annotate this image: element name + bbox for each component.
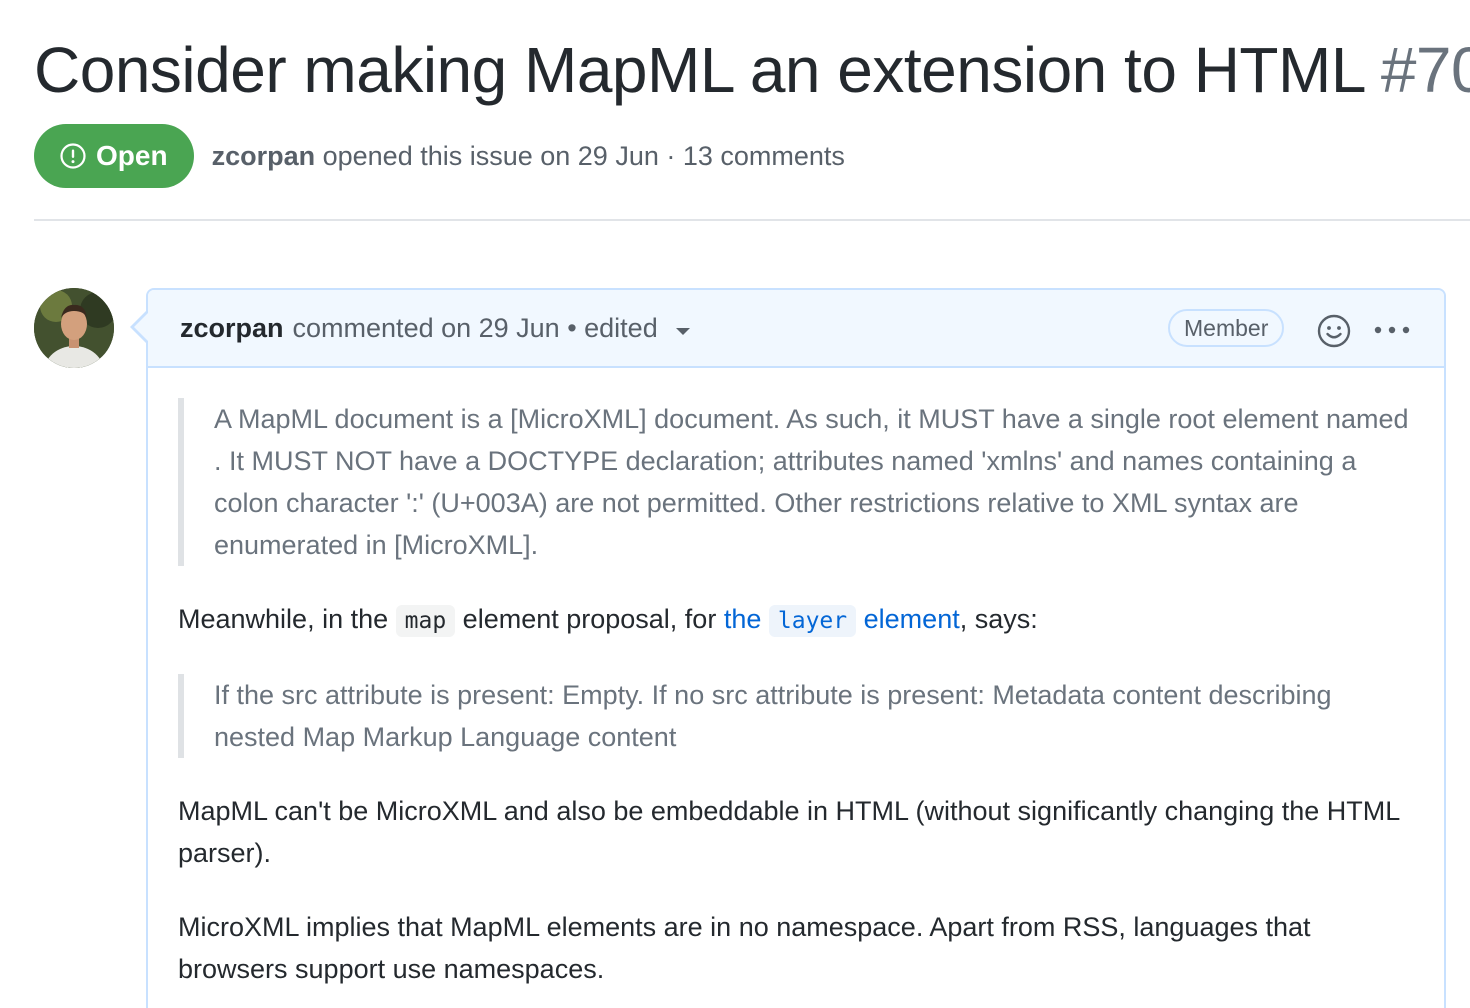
comment-author-link[interactable]: zcorpan [180, 313, 284, 344]
comment-header: zcorpan commented on 29 Jun • edited Mem… [148, 290, 1444, 368]
comment-box: zcorpan commented on 29 Jun • edited Mem… [146, 288, 1446, 1008]
smiley-icon[interactable] [1316, 313, 1352, 349]
member-badge: Member [1168, 309, 1285, 347]
paragraph-meanwhile: Meanwhile, in the map element proposal, … [178, 598, 1418, 642]
triangle-down-icon[interactable] [675, 327, 690, 335]
issue-author-link[interactable]: zcorpan [212, 141, 316, 171]
text-before: Meanwhile, in the [178, 604, 396, 634]
issue-opened-icon [60, 143, 86, 169]
issue-title-text: Consider making MapML an extension to HT… [34, 34, 1364, 106]
layer-element-link[interactable]: the layer element [723, 604, 960, 637]
issue-meta-text: zcorpan opened this issue on 29 Jun · 13… [212, 141, 845, 172]
kebab-horizontal-icon[interactable] [1372, 314, 1412, 346]
blockquote-mapml-spec: A MapML document is a [MicroXML] documen… [178, 398, 1418, 566]
state-badge: Open [34, 124, 194, 188]
comment-arrow-fill [134, 313, 148, 341]
comment-body: A MapML document is a [MicroXML] documen… [178, 398, 1418, 990]
paragraph-microxml-embed: MapML can't be MicroXML and also be embe… [178, 796, 1400, 868]
issue-meta: Open zcorpan opened this issue on 29 Jun… [34, 124, 845, 188]
paragraph-namespaces: MicroXML implies that MapML elements are… [178, 912, 1311, 984]
issue-page: Consider making MapML an extension to HT… [0, 0, 1470, 1008]
text-middle: element proposal, for [455, 604, 724, 634]
issue-number: #70 [1380, 34, 1470, 106]
code-map: map [395, 605, 456, 637]
comment-meta[interactable]: commented on 29 Jun • edited [293, 313, 658, 344]
link-element: element [863, 604, 960, 634]
header-divider [34, 219, 1470, 221]
link-the: the [723, 604, 762, 634]
issue-title: Consider making MapML an extension to HT… [34, 30, 1470, 110]
text-after: , says: [959, 604, 1038, 634]
code-layer: layer [768, 605, 857, 637]
issue-opened-text: opened this issue on 29 Jun · 13 comment… [322, 140, 845, 171]
state-label: Open [96, 140, 168, 171]
blockquote-layer-spec: If the src attribute is present: Empty. … [178, 674, 1418, 758]
avatar[interactable] [34, 288, 114, 368]
